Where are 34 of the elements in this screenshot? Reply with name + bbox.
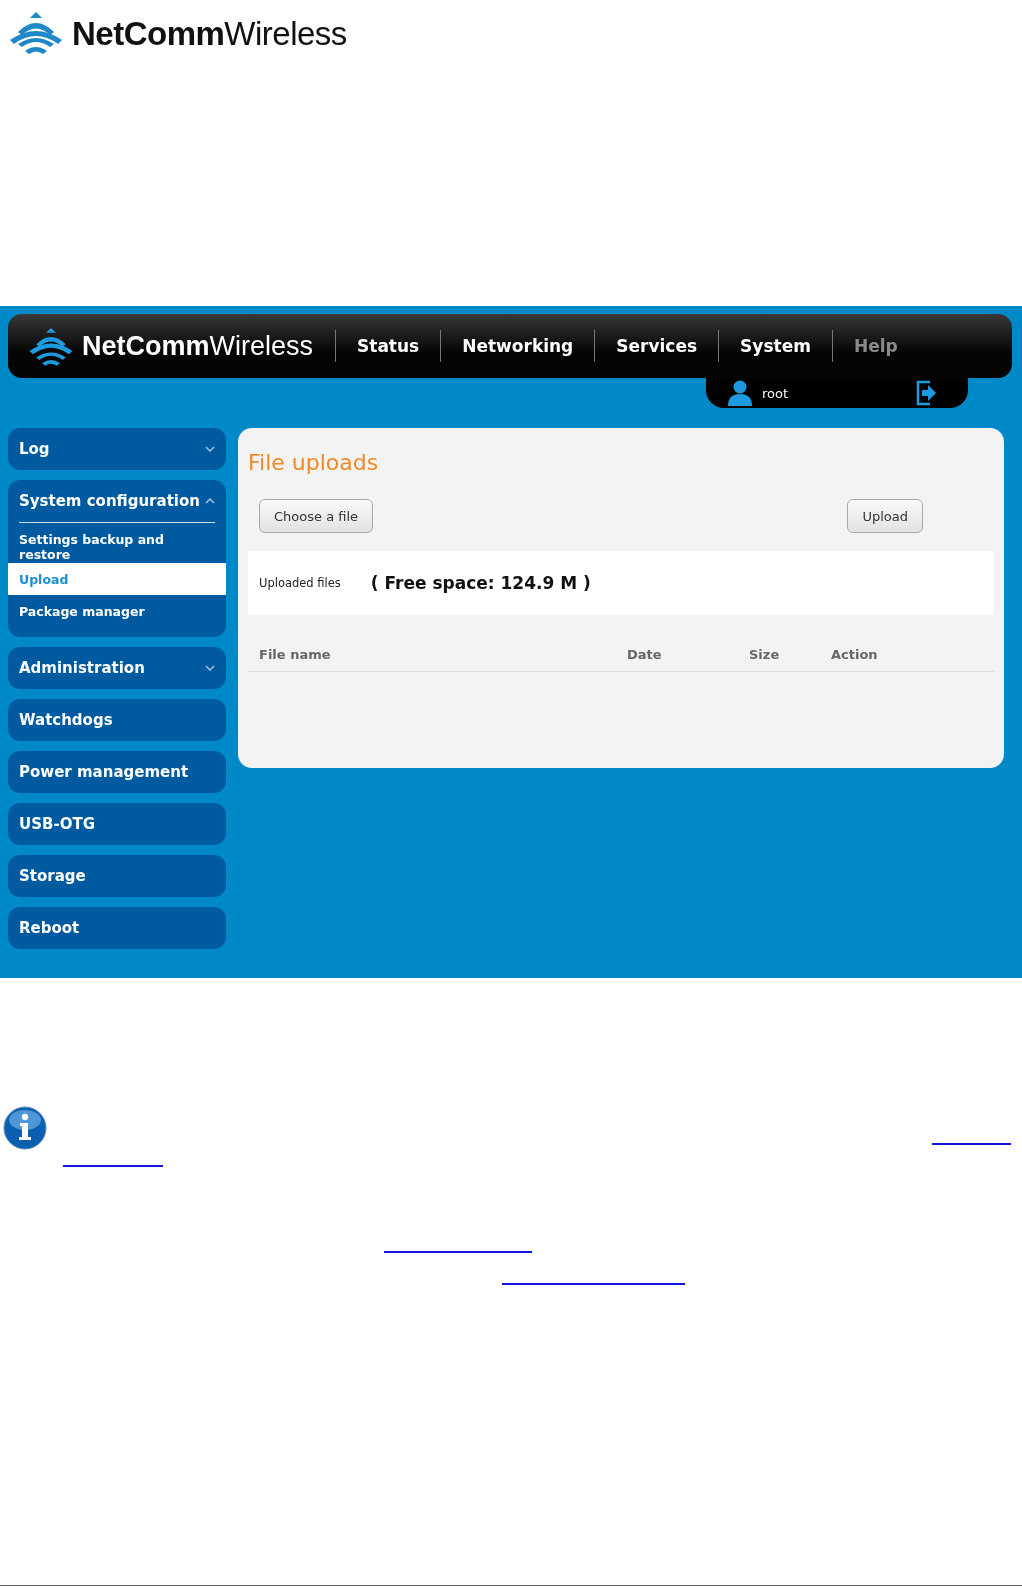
brand-logo-text: NetCommWireless (82, 330, 314, 362)
sidebar-item[interactable]: Reboot (8, 907, 226, 949)
sidebar-subitem[interactable]: Upload (8, 563, 226, 595)
column-header: Size (749, 647, 781, 662)
sidebar-item[interactable]: Log (8, 428, 226, 470)
logout-icon[interactable] (916, 380, 938, 406)
upload-button[interactable]: Upload (847, 499, 923, 533)
wifi-logo-icon (28, 326, 74, 366)
sidebar-item[interactable]: System configuration (19, 480, 215, 523)
column-header: File name (259, 647, 332, 662)
sidebar-subitem[interactable]: Package manager (8, 595, 226, 627)
column-header: Date (627, 647, 663, 662)
sidebar-subitem[interactable]: Settings backup and restore (8, 531, 226, 563)
nav-link[interactable]: Services (595, 336, 719, 356)
sidebar-item[interactable]: USB-OTG (8, 803, 226, 845)
nav-link[interactable]: Status (336, 336, 441, 356)
sidebar-item[interactable]: Power management (8, 751, 226, 793)
sidebar-item[interactable]: Administration (8, 647, 226, 689)
sidebar-item[interactable]: Watchdogs (8, 699, 226, 741)
uploaded-files-label: Uploaded files (259, 576, 341, 590)
choose-file-button[interactable]: Choose a file (259, 499, 374, 533)
username: root (762, 385, 789, 401)
nav-link[interactable]: Networking (441, 336, 595, 356)
chevron-down-icon (205, 665, 215, 671)
sidebar-item[interactable]: Storage (8, 855, 226, 897)
brand-logo-text: NetCommWireless (72, 15, 347, 53)
column-header: Action (831, 647, 879, 662)
nav-link[interactable]: System (719, 336, 832, 356)
info-icon (3, 1106, 47, 1150)
free-space-text: ( Free space: 124.9 M ) (370, 573, 591, 593)
panel-title: File uploads (248, 450, 380, 475)
user-icon (728, 380, 752, 406)
chevron-up-icon (205, 498, 215, 504)
chevron-down-icon (205, 446, 215, 452)
